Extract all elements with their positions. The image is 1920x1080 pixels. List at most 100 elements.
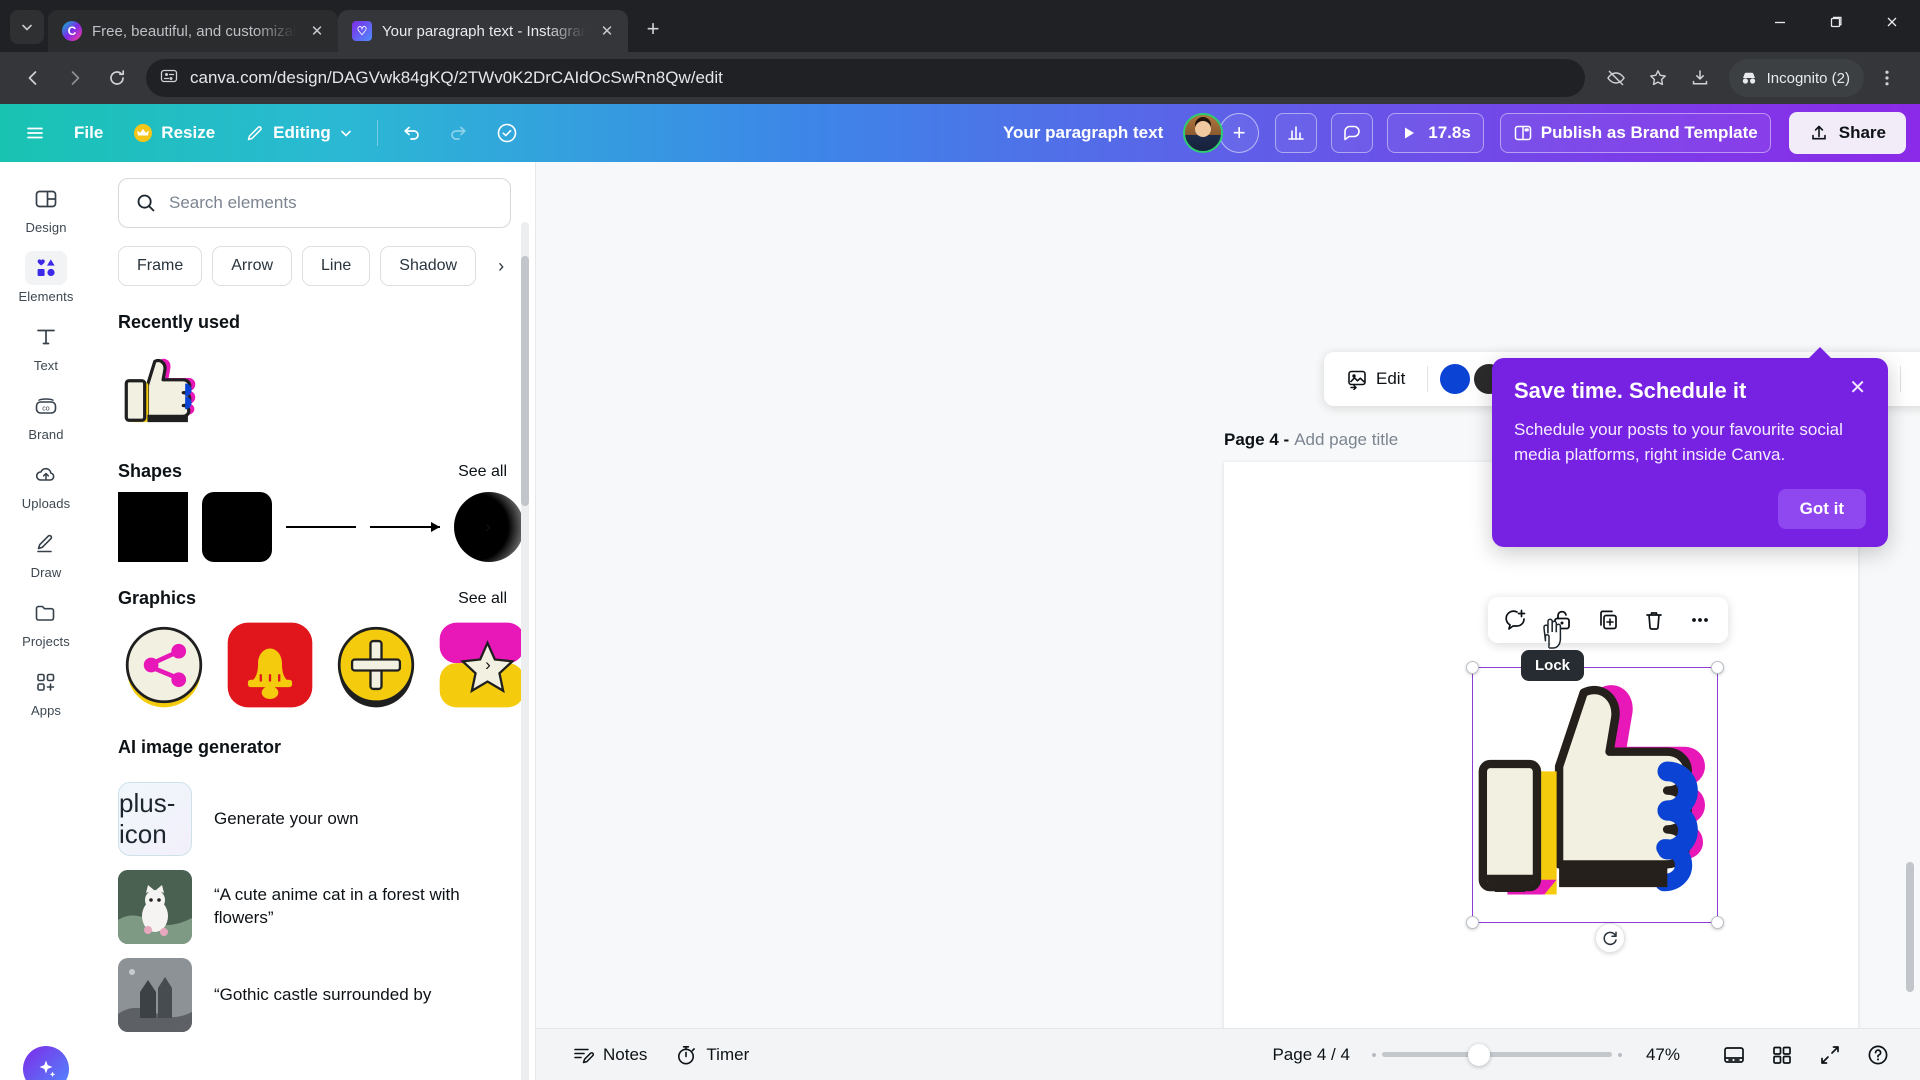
got-it-button[interactable]: Got it <box>1777 489 1866 530</box>
design-page-canvas[interactable] <box>1224 462 1858 1080</box>
comment-icon[interactable] <box>1331 113 1374 153</box>
maximize-icon[interactable] <box>1808 0 1864 44</box>
thumbs-up-thumbnail[interactable] <box>118 343 210 435</box>
sidebar-item-brand[interactable]: co Brand <box>5 381 87 448</box>
help-icon[interactable] <box>1858 1036 1898 1074</box>
ai-generate-your-own[interactable]: plus-icon Generate your own <box>92 768 535 856</box>
present-time-label: 17.8s <box>1428 123 1471 142</box>
bar-chart-icon[interactable] <box>1275 113 1318 153</box>
shapes-next-icon[interactable]: › <box>475 514 501 540</box>
editing-mode-button[interactable]: Editing <box>233 113 365 153</box>
shape-square[interactable] <box>118 492 188 562</box>
page-title-placeholder[interactable]: Add page title <box>1294 430 1398 450</box>
lock-icon[interactable] <box>1544 602 1580 638</box>
timer-button[interactable]: Timer <box>661 1036 763 1074</box>
profile-incognito-pill[interactable]: Incognito (2) <box>1728 59 1864 97</box>
browser-chrome: C Free, beautiful, and customizab ✕ ♡ Yo… <box>0 0 1920 104</box>
toast-header: Save time. Schedule it ✕ <box>1514 378 1866 404</box>
redo-icon[interactable] <box>438 113 480 153</box>
sidebar-item-draw[interactable]: Draw <box>5 519 87 586</box>
close-icon[interactable]: ✕ <box>306 20 328 42</box>
hamburger-icon[interactable] <box>14 113 56 153</box>
comment-add-icon[interactable] <box>1498 602 1534 638</box>
chip-shadow[interactable]: Shadow <box>380 246 477 286</box>
shape-rounded-square[interactable] <box>202 492 272 562</box>
animate-button[interactable]: Animate <box>1913 359 1920 399</box>
resize-button[interactable]: Resize <box>121 113 227 153</box>
new-tab-button[interactable]: + <box>636 12 670 46</box>
sidebar-item-apps[interactable]: Apps <box>5 657 87 724</box>
address-bar[interactable]: canva.com/design/DAGVwk84gKQ/2TWv0K2DrCA… <box>146 59 1585 97</box>
zoom-slider-knob[interactable] <box>1467 1043 1490 1066</box>
shape-line[interactable] <box>286 492 356 562</box>
sidebar-item-elements[interactable]: Elements <box>5 243 87 310</box>
zoom-slider[interactable] <box>1371 1043 1622 1066</box>
shape-arrow[interactable] <box>370 492 440 562</box>
editor-scrollbar[interactable] <box>1906 862 1914 992</box>
search-input[interactable]: Search elements <box>118 178 511 228</box>
share-button[interactable]: Share <box>1788 112 1906 154</box>
shapes-see-all[interactable]: See all <box>458 463 507 481</box>
add-collaborator-button[interactable]: + <box>1219 113 1260 153</box>
shapes-header: Shapes See all <box>92 435 535 492</box>
reload-icon[interactable] <box>98 59 136 97</box>
browser-tab[interactable]: C Free, beautiful, and customizab ✕ <box>48 10 338 52</box>
back-icon[interactable] <box>14 59 52 97</box>
close-icon[interactable] <box>1864 0 1920 44</box>
ai-prompt-label: “A cute anime cat in a forest with flowe… <box>214 885 460 927</box>
chips-next-icon[interactable]: › <box>486 246 516 286</box>
bookmark-star-icon[interactable] <box>1639 59 1677 97</box>
notes-button[interactable]: Notes <box>558 1036 661 1074</box>
cloud-check-icon[interactable] <box>486 113 528 153</box>
graphics-see-all[interactable]: See all <box>458 590 507 608</box>
forward-icon[interactable] <box>56 59 94 97</box>
chip-frame[interactable]: Frame <box>118 246 203 286</box>
sidebar-item-uploads[interactable]: Uploads <box>5 450 87 517</box>
more-dots-icon[interactable] <box>1682 602 1718 638</box>
trash-icon[interactable] <box>1636 602 1672 638</box>
grid-view-icon[interactable] <box>1762 1036 1802 1074</box>
minimize-icon[interactable] <box>1752 0 1808 44</box>
undo-icon[interactable] <box>390 113 432 153</box>
chip-arrow[interactable]: Arrow <box>212 246 293 286</box>
thumbs-up-graphic[interactable] <box>1473 668 1717 922</box>
incognito-eye-icon[interactable] <box>1597 59 1635 97</box>
sidebar-item-text[interactable]: Text <box>5 312 87 379</box>
close-icon[interactable]: ✕ <box>596 20 618 42</box>
more-menu-icon[interactable] <box>1868 59 1906 97</box>
chip-line[interactable]: Line <box>302 246 371 286</box>
edit-image-button[interactable]: Edit <box>1336 359 1415 399</box>
chevron-down-icon[interactable] <box>10 10 44 44</box>
duplicate-icon[interactable] <box>1590 602 1626 638</box>
graphic-plus-icon[interactable] <box>330 619 422 711</box>
file-menu-button[interactable]: File <box>62 113 115 153</box>
sidebar-item-label: Draw <box>30 565 62 580</box>
timer-label: Timer <box>706 1044 750 1064</box>
section-title: AI image generator <box>118 737 282 757</box>
graphic-bell-icon[interactable] <box>224 619 316 711</box>
selected-element-frame[interactable] <box>1466 661 1724 929</box>
ai-prompt-item[interactable]: “Gothic castle surrounded by <box>92 944 535 1032</box>
graphic-share-icon[interactable] <box>118 619 210 711</box>
panel-scrollbar[interactable] <box>521 222 529 1080</box>
publish-brand-template-button[interactable]: Publish as Brand Template <box>1499 113 1771 153</box>
section-title: Shapes <box>118 461 183 481</box>
close-icon[interactable]: ✕ <box>1849 378 1866 398</box>
rotate-icon[interactable] <box>1595 923 1625 953</box>
magic-sparkle-icon[interactable] <box>23 1046 69 1080</box>
ai-prompt-item[interactable]: “A cute anime cat in a forest with flowe… <box>92 856 535 944</box>
browser-tab-active[interactable]: ♡ Your paragraph text - Instagram ✕ <box>338 10 628 52</box>
section-title: Recently used <box>118 312 241 332</box>
document-title[interactable]: Your paragraph text <box>1003 123 1163 143</box>
avatar[interactable] <box>1183 113 1224 153</box>
present-timer-button[interactable]: 17.8s <box>1387 113 1484 153</box>
sidebar-item-design[interactable]: Design <box>5 174 87 241</box>
presenter-view-icon[interactable] <box>1714 1036 1754 1074</box>
site-settings-icon[interactable] <box>160 67 178 90</box>
graphics-next-icon[interactable]: › <box>475 652 501 678</box>
downloads-icon[interactable] <box>1681 59 1719 97</box>
color-swatch-blue[interactable] <box>1440 364 1471 394</box>
fullscreen-icon[interactable] <box>1810 1036 1850 1074</box>
sidebar-item-projects[interactable]: Projects <box>5 588 87 655</box>
tab-title: Free, beautiful, and customizab <box>92 22 296 40</box>
